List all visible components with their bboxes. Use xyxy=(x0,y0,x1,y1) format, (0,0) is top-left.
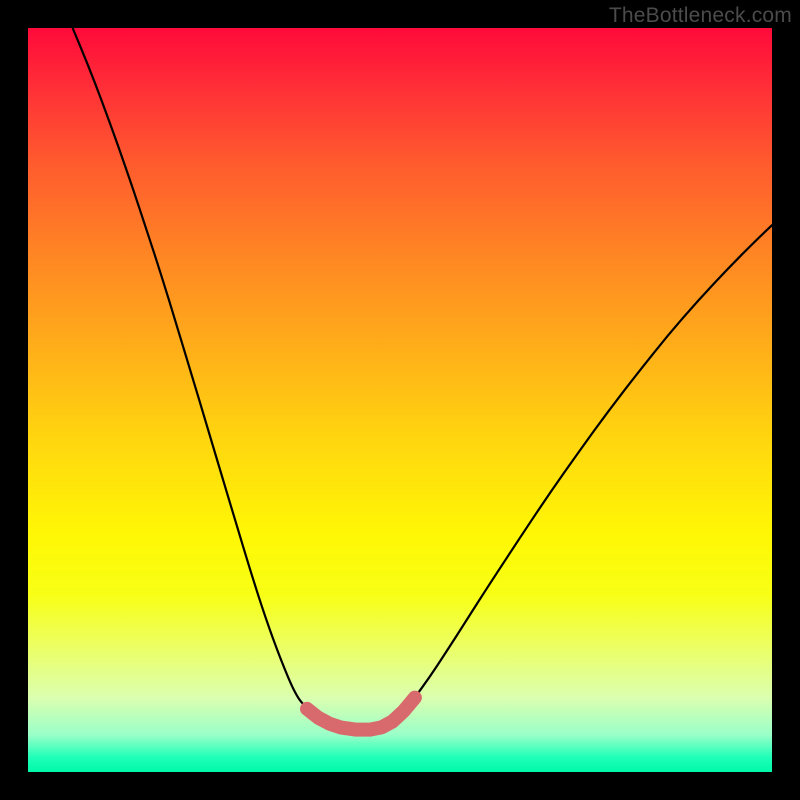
plot-svg xyxy=(28,28,772,772)
highlight-segment xyxy=(307,698,415,730)
chart-area xyxy=(28,28,772,772)
curve-right xyxy=(381,225,772,727)
watermark-text: TheBottleneck.com xyxy=(609,4,792,28)
curve-left xyxy=(73,28,341,727)
